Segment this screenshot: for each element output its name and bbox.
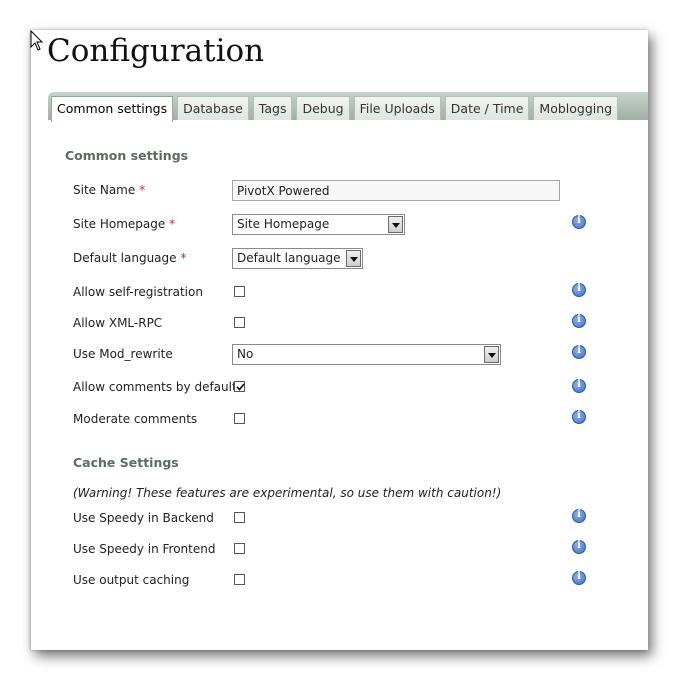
tab-tags[interactable]: Tags (252, 96, 293, 120)
allow-xml-rpc-checkbox[interactable] (234, 317, 245, 328)
use-mod-rewrite-value: No (237, 347, 254, 361)
tab-database[interactable]: Database (177, 96, 249, 120)
tab-debug[interactable]: Debug (296, 96, 350, 120)
site-name-label-text: Site Name (73, 183, 136, 197)
tab-file-uploads[interactable]: File Uploads (353, 96, 441, 120)
default-language-label: Default language * (73, 251, 186, 265)
output-caching-checkbox[interactable] (234, 574, 245, 585)
info-icon[interactable] (572, 379, 586, 393)
use-mod-rewrite-select[interactable]: No (232, 344, 501, 365)
site-homepage-label: Site Homepage * (73, 217, 175, 231)
required-mark: * (180, 251, 187, 265)
speedy-frontend-label: Use Speedy in Frontend (73, 542, 216, 556)
moderate-comments-checkbox[interactable] (234, 413, 245, 424)
speedy-frontend-checkbox[interactable] (234, 543, 245, 554)
info-icon[interactable] (572, 215, 586, 229)
info-icon[interactable] (572, 571, 586, 585)
common-settings-heading: Common settings (65, 148, 189, 163)
speedy-backend-checkbox[interactable] (234, 512, 245, 523)
default-language-value: Default language (237, 251, 341, 265)
default-language-select[interactable]: Default language (232, 248, 363, 269)
moderate-comments-label: Moderate comments (73, 412, 198, 426)
speedy-backend-label: Use Speedy in Backend (73, 511, 214, 525)
mouse-cursor-icon (30, 30, 44, 51)
tab-date-time[interactable]: Date / Time (444, 96, 530, 120)
info-icon[interactable] (572, 540, 586, 554)
required-mark: * (169, 217, 176, 231)
site-homepage-select[interactable]: Site Homepage (232, 214, 405, 235)
use-mod-rewrite-label: Use Mod_rewrite (73, 347, 173, 361)
tabs: Common settings Database Tags Debug File… (51, 96, 622, 122)
output-caching-label: Use output caching (73, 573, 190, 587)
allow-self-registration-checkbox[interactable] (234, 286, 245, 297)
tab-moblogging[interactable]: Moblogging (533, 96, 619, 120)
site-name-label: Site Name * (73, 183, 145, 197)
allow-comments-default-label: Allow comments by default (73, 380, 237, 394)
page-title: Configuration (47, 33, 265, 69)
site-homepage-value: Site Homepage (237, 217, 330, 231)
checkmark-icon (236, 383, 245, 391)
info-icon[interactable] (572, 509, 586, 523)
info-icon[interactable] (572, 283, 586, 297)
allow-self-registration-label: Allow self-registration (73, 285, 203, 299)
allow-xml-rpc-label: Allow XML-RPC (73, 316, 163, 330)
chevron-down-icon[interactable] (346, 250, 361, 267)
tab-common-settings[interactable]: Common settings (51, 96, 174, 122)
info-icon[interactable] (572, 410, 586, 424)
chevron-down-icon[interactable] (484, 346, 499, 363)
site-homepage-label-text: Site Homepage (73, 217, 166, 231)
site-name-input[interactable] (232, 180, 560, 201)
allow-comments-default-checkbox[interactable] (234, 381, 245, 392)
chevron-down-icon[interactable] (388, 216, 403, 233)
required-mark: * (139, 183, 146, 197)
info-icon[interactable] (572, 345, 586, 359)
config-panel (31, 30, 648, 650)
cache-warning-text: (Warning! These features are experimenta… (73, 486, 502, 500)
cache-settings-heading: Cache Settings (73, 455, 179, 470)
default-language-label-text: Default language (73, 251, 177, 265)
info-icon[interactable] (572, 314, 586, 328)
